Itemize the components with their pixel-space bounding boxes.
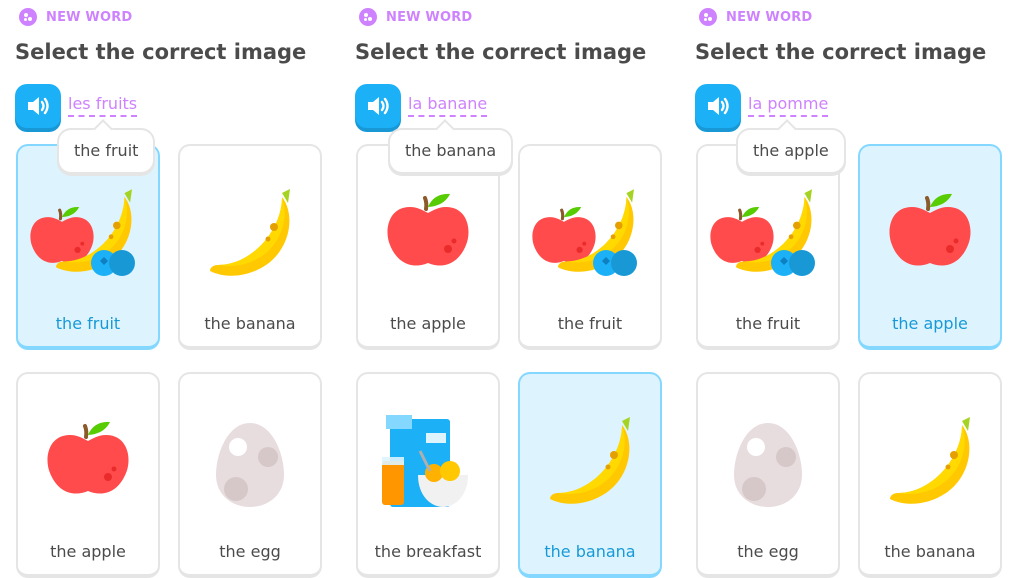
choice-card-egg[interactable]: the egg [178,372,322,578]
fruit-icon [708,180,828,290]
translation-tooltip: the banana [388,119,514,174]
audio-button[interactable] [15,84,61,128]
prompt-title: Select the correct image [355,40,647,64]
badge-label: NEW WORD [46,9,133,25]
speaker-icon [708,97,729,115]
speaker-icon [368,97,389,115]
choice-card-apple[interactable]: the apple [16,372,160,578]
choice-label: the egg [219,542,281,561]
audio-button[interactable] [695,84,741,128]
choice-label: the banana [544,542,636,561]
breakfast-icon [380,413,470,509]
target-word[interactable]: la banane [408,94,488,117]
banana-icon [210,189,290,276]
tooltip-text: the fruit [74,141,139,160]
choice-label: the apple [390,314,466,333]
choice-label: the banana [204,314,296,333]
banana-icon [550,417,630,504]
choice-label: the fruit [55,314,121,333]
tooltip-text: the apple [753,141,829,160]
target-word[interactable]: la pomme [748,94,829,117]
exercise-panel-1: NEW WORD Select the correct image les fr… [0,0,340,578]
new-word-badge: NEW WORD [699,7,812,27]
choice-label: the apple [50,542,126,561]
fruit-icon [28,180,148,290]
translation-tooltip: the fruit [57,119,156,174]
new-word-badge: NEW WORD [19,7,132,27]
choice-card-apple[interactable]: the apple [858,144,1002,350]
choice-card-apple[interactable]: the apple [356,144,500,350]
prompt-title: Select the correct image [15,40,307,64]
apple-icon [887,191,973,268]
choice-card-breakfast[interactable]: the breakfast [356,372,500,578]
choice-card-banana[interactable]: the banana [178,144,322,350]
tooltip-text: the banana [405,141,497,160]
prompt-title: Select the correct image [695,40,987,64]
target-word[interactable]: les fruits [68,94,138,117]
choice-card-fruit[interactable]: the fruit [518,144,662,350]
apple-icon [45,419,131,496]
badge-label: NEW WORD [386,9,473,25]
sparkle-icon [699,8,717,26]
choice-card-banana[interactable]: the banana [518,372,662,578]
banana-icon [890,417,970,504]
choice-card-fruit[interactable]: the fruit [696,144,840,350]
choice-card-banana[interactable]: the banana [858,372,1002,578]
choice-label: the breakfast [374,542,482,561]
badge-label: NEW WORD [726,9,813,25]
choice-label: the egg [737,542,799,561]
egg-icon [734,423,802,507]
speaker-icon [28,97,49,115]
apple-icon [385,191,471,268]
exercise-panel-2: NEW WORD Select the correct image la ban… [340,0,680,578]
sparkle-icon [19,8,37,26]
translation-tooltip: the apple [736,119,846,174]
sparkle-icon [359,8,377,26]
choice-card-fruit[interactable]: the fruit [16,144,160,350]
audio-button[interactable] [355,84,401,128]
exercise-panel-3: NEW WORD Select the correct image la pom… [680,0,1020,578]
new-word-badge: NEW WORD [359,7,472,27]
choice-label: the apple [892,314,968,333]
choice-label: the banana [884,542,976,561]
choice-label: the fruit [557,314,623,333]
choice-label: the fruit [735,314,801,333]
egg-icon [216,423,284,507]
fruit-icon [530,180,650,290]
choice-card-egg[interactable]: the egg [696,372,840,578]
